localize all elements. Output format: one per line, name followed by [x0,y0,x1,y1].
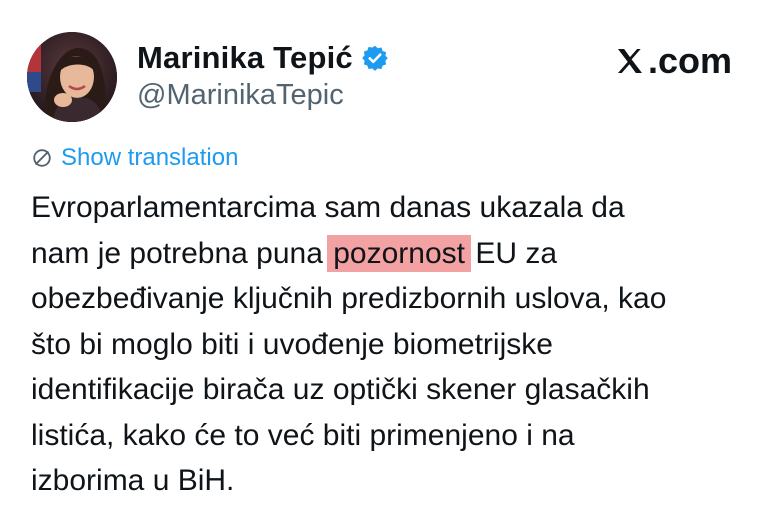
tweet-line: listića, kako će to već biti primenjeno … [31,418,575,452]
x-logo-icon [617,49,642,73]
author-name-row[interactable]: Marinika Tepić [137,40,389,76]
globe-icon [33,149,51,167]
verified-badge-icon [361,44,389,72]
tweet-line: obezbeđivanje ključnih predizbornih uslo… [31,282,667,315]
tweet-line: što bi moglo biti i uvođenje biometrijsk… [31,327,553,361]
highlighted-word: pozornost [327,234,471,272]
show-translation-label[interactable]: Show translation [61,144,238,172]
tweet-line: Evroparlamentarcima sam danas ukazala da [31,191,625,224]
brand-watermark: .com [614,40,732,82]
tweet-line: izborima u BiH. [31,464,235,497]
show-translation-link[interactable]: Show translation [31,144,238,172]
profile-photo [27,32,117,122]
tweet-text-segment: nam je potrebna puna [31,236,332,270]
tweet-line: identifikacije birača uz optički skener … [31,373,650,406]
brand-label: .com [647,40,732,81]
tweet-text-segment: EU za [466,236,558,270]
avatar[interactable] [27,32,117,122]
tweet-body: Evroparlamentarcima sam danas ukazala da… [31,185,751,504]
author-handle[interactable]: @MarinikaTepic [137,79,344,112]
tweet-line: nam je potrebna puna pozornost EU za [31,231,751,277]
display-name[interactable]: Marinika Tepić [137,40,353,76]
